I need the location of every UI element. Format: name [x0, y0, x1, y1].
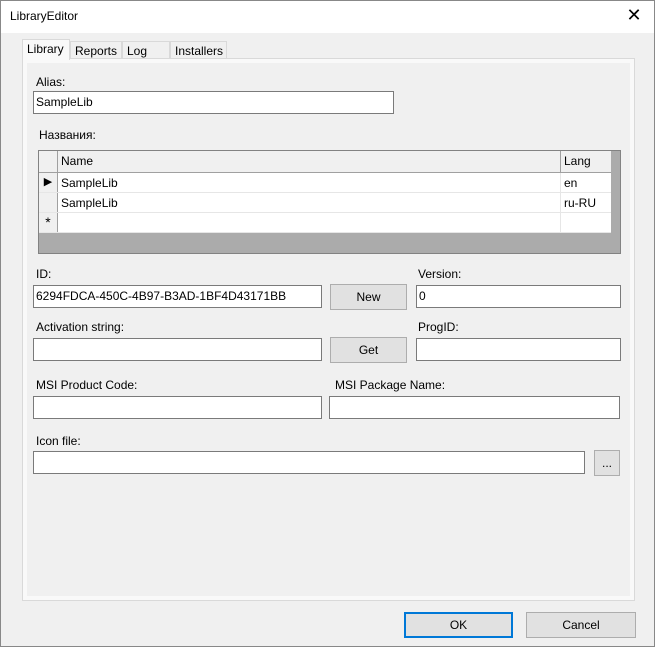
tab-installers[interactable]: Installers [170, 41, 227, 59]
progid-label: ProgID: [418, 320, 459, 334]
table-row[interactable]: SampleLib ru-RU [39, 193, 611, 213]
msi-package-name-label: MSI Package Name: [335, 378, 446, 392]
library-editor-window: LibraryEditor ✕ Library Reports Log Inst… [0, 0, 655, 647]
activation-string-input[interactable] [33, 338, 322, 361]
id-input[interactable]: 6294FDCA-450C-4B97-B3AD-1BF4D43171BB [33, 285, 322, 308]
id-label: ID: [36, 267, 52, 281]
tab-library[interactable]: Library [22, 39, 70, 60]
row-header-corner [39, 151, 58, 172]
new-row-asterisk-icon: * [39, 213, 58, 232]
tab-label: Installers [175, 44, 224, 58]
title-bar: LibraryEditor ✕ [1, 1, 654, 33]
new-row[interactable]: * [39, 213, 611, 233]
ok-button[interactable]: OK [404, 612, 513, 638]
window-title: LibraryEditor [10, 9, 79, 23]
tab-label: Reports [75, 44, 118, 58]
alias-label: Alias: [36, 75, 66, 89]
tab-label: Log [127, 44, 148, 58]
grid-header: Name Lang [39, 151, 611, 173]
alias-input[interactable]: SampleLib [33, 91, 394, 114]
tab-reports[interactable]: Reports [70, 41, 122, 59]
msi-package-name-input[interactable] [329, 396, 620, 419]
names-grid: Name Lang ▶ SampleLib en SampleLib ru-RU… [38, 150, 621, 254]
get-button[interactable]: Get [330, 337, 407, 363]
row-header [39, 193, 58, 212]
tab-log[interactable]: Log [122, 41, 170, 59]
close-icon[interactable]: ✕ [622, 5, 646, 26]
msi-product-code-input[interactable] [33, 396, 322, 419]
cell-lang[interactable]: en [560, 173, 580, 192]
icon-file-input[interactable] [33, 451, 585, 474]
version-label: Version: [418, 267, 462, 281]
table-row[interactable]: ▶ SampleLib en [39, 173, 611, 193]
names-label: Названия: [39, 128, 96, 142]
msi-product-code-label: MSI Product Code: [36, 378, 138, 392]
cell-lang[interactable]: ru-RU [560, 193, 599, 212]
progid-input[interactable] [416, 338, 621, 361]
column-header-name[interactable]: Name [61, 154, 93, 168]
activation-string-label: Activation string: [36, 320, 125, 334]
tab-label: Library [27, 42, 64, 56]
column-header-lang[interactable]: Lang [560, 151, 594, 172]
new-id-button[interactable]: New [330, 284, 407, 310]
icon-file-label: Icon file: [36, 434, 81, 448]
cell-name[interactable]: SampleLib [61, 176, 118, 190]
cell-name[interactable]: SampleLib [61, 196, 118, 210]
browse-icon-file-button[interactable]: ... [594, 450, 620, 476]
cell-lang[interactable] [560, 213, 567, 232]
cancel-button[interactable]: Cancel [526, 612, 636, 638]
current-row-arrow-icon: ▶ [39, 173, 58, 192]
version-input[interactable]: 0 [416, 285, 621, 308]
